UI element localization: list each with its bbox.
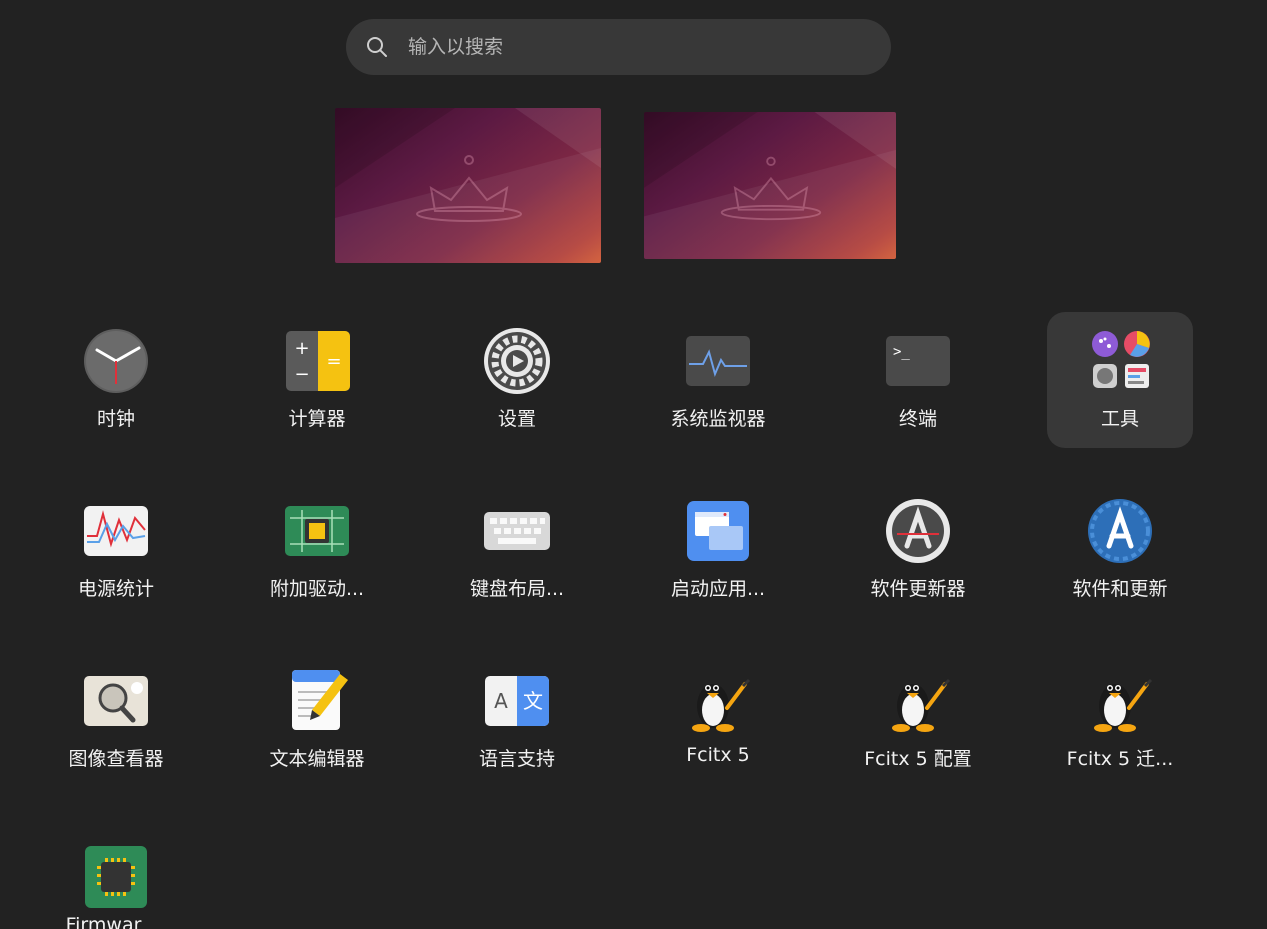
workspace-thumbnail-1[interactable] (335, 108, 601, 263)
app-startup-applications[interactable]: 启动应用... (645, 482, 791, 618)
app-label: 终端 (898, 408, 937, 430)
app-additional-drivers[interactable]: 附加驱动... (244, 482, 390, 618)
additional-drivers-chip-icon (282, 496, 352, 566)
search-icon (367, 37, 387, 57)
app-label: 启动应用... (670, 578, 766, 600)
app-label: 工具 (1100, 408, 1139, 430)
calculator-icon: + − = (282, 326, 352, 396)
svg-text:>_: >_ (893, 344, 910, 360)
app-label: Fcitx 5 配置 (864, 748, 972, 770)
utilities-folder-icon (1085, 326, 1155, 396)
keyboard-icon (482, 496, 552, 566)
image-viewer-icon (81, 666, 151, 736)
app-label: Fcitx 5 (686, 744, 750, 766)
svg-text:A: A (494, 689, 508, 713)
search-input[interactable] (406, 35, 850, 59)
app-power-statistics[interactable]: 电源统计 (43, 482, 189, 618)
svg-text:=: = (326, 351, 341, 372)
terminal-icon: >_ (883, 326, 953, 396)
app-firmware[interactable]: Firmwar (43, 828, 189, 929)
app-fcitx5-config[interactable]: Fcitx 5 配置 (845, 652, 991, 788)
svg-text:−: − (294, 364, 309, 385)
app-label: Fcitx 5 迁... (1066, 748, 1174, 770)
svg-text:文: 文 (523, 689, 543, 713)
ubuntu-wallpaper-icon (644, 112, 896, 259)
app-language-support[interactable]: A 文 语言支持 (444, 652, 590, 788)
tux-penguin-icon (883, 666, 953, 736)
app-label: Firmwar (65, 914, 142, 929)
app-label: 计算器 (288, 408, 346, 430)
app-label: 软件更新器 (870, 578, 966, 600)
firmware-chip-icon (81, 842, 151, 912)
software-and-updates-icon (1085, 496, 1155, 566)
workspace-thumbnail-2[interactable] (644, 112, 896, 259)
app-label: 时钟 (96, 408, 135, 430)
app-label: 系统监视器 (670, 408, 766, 430)
app-fcitx5[interactable]: Fcitx 5 (645, 652, 791, 788)
app-calculator[interactable]: + − = 计算器 (244, 312, 390, 448)
text-editor-icon (282, 666, 352, 736)
settings-gear-icon (482, 326, 552, 396)
power-statistics-icon (81, 496, 151, 566)
app-label: 语言支持 (478, 748, 555, 770)
app-system-monitor[interactable]: 系统监视器 (645, 312, 791, 448)
app-label: 图像查看器 (68, 748, 164, 770)
app-fcitx5-migrator[interactable]: Fcitx 5 迁... (1047, 652, 1193, 788)
app-text-editor[interactable]: 文本编辑器 (244, 652, 390, 788)
app-settings[interactable]: 设置 (444, 312, 590, 448)
app-label: 软件和更新 (1072, 578, 1168, 600)
app-software-and-updates[interactable]: 软件和更新 (1047, 482, 1193, 618)
tux-penguin-icon (1085, 666, 1155, 736)
app-folder-utilities[interactable]: 工具 (1047, 312, 1193, 448)
app-keyboard-layout[interactable]: 键盘布局... (444, 482, 590, 618)
startup-apps-icon (683, 496, 753, 566)
app-label: 键盘布局... (469, 578, 565, 600)
search-bar[interactable] (346, 19, 891, 75)
language-support-icon: A 文 (482, 666, 552, 736)
svg-text:+: + (294, 338, 309, 359)
app-terminal[interactable]: >_ 终端 (845, 312, 991, 448)
tux-penguin-icon (683, 666, 753, 736)
app-label: 设置 (497, 408, 536, 430)
app-label: 附加驱动... (269, 578, 365, 600)
app-image-viewer[interactable]: 图像查看器 (43, 652, 189, 788)
app-label: 文本编辑器 (269, 748, 365, 770)
app-clock[interactable]: 时钟 (43, 312, 189, 448)
app-software-updater[interactable]: 软件更新器 (845, 482, 991, 618)
software-updater-icon (883, 496, 953, 566)
app-label: 电源统计 (77, 578, 154, 600)
system-monitor-icon (683, 326, 753, 396)
clock-icon (81, 326, 151, 396)
ubuntu-wallpaper-icon (335, 108, 601, 263)
